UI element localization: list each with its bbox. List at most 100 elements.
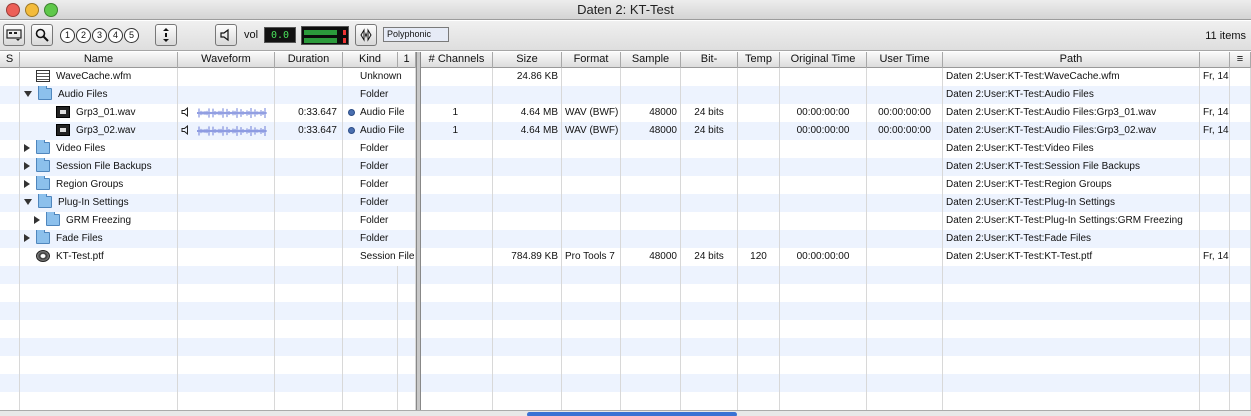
table-row[interactable]: Audio Files Folder: [0, 86, 416, 104]
empty-cell: [275, 356, 343, 374]
select-cell[interactable]: [0, 212, 20, 230]
column-header-original-time[interactable]: Original Time: [780, 52, 867, 68]
table-row[interactable]: Daten 2:User:KT-Test:Audio Files: [421, 86, 1251, 104]
column-header-size[interactable]: Size: [493, 52, 562, 68]
view-preset-5-button[interactable]: 5: [124, 28, 139, 43]
table-row[interactable]: 784.89 KB Pro Tools 7 48000 24 bits 120 00:00…: [421, 248, 1251, 266]
column-header-kind[interactable]: Kind: [343, 52, 398, 68]
disclosure-closed-icon[interactable]: [24, 180, 30, 189]
empty-cell: [493, 356, 562, 374]
table-row[interactable]: KT-Test.ptf Session File: [0, 248, 416, 266]
disclosure-closed-icon[interactable]: [24, 162, 30, 171]
table-row[interactable]: Daten 2:User:KT-Test:Plug-In Settings: [421, 194, 1251, 212]
table-row[interactable]: Grp3_02.wav 0:33.647 Audio File: [0, 122, 416, 140]
empty-cell: [0, 320, 20, 338]
orig-time-cell: 00:00:00:00: [780, 122, 867, 140]
select-cell[interactable]: [0, 230, 20, 248]
select-cell[interactable]: [0, 68, 20, 86]
view-preset-3-button[interactable]: 3: [92, 28, 107, 43]
orig-time-cell: [780, 176, 867, 194]
empty-cell: [621, 284, 681, 302]
meter-right-peak: [343, 38, 346, 43]
format-cell: [562, 86, 621, 104]
column-header-sample[interactable]: Sample: [621, 52, 681, 68]
table-row[interactable]: Plug-In Settings Folder: [0, 194, 416, 212]
select-cell[interactable]: [0, 104, 20, 122]
table-row[interactable]: Fade Files Folder: [0, 230, 416, 248]
column-header-s[interactable]: S: [0, 52, 20, 68]
select-cell[interactable]: [0, 194, 20, 212]
column-header-menu[interactable]: ≡: [1230, 52, 1251, 68]
table-row[interactable]: Session File Backups Folder: [0, 158, 416, 176]
table-row[interactable]: 24.86 KB Daten 2:User:KT-Test:WaveCache.w…: [421, 68, 1251, 86]
empty-cell: [621, 374, 681, 392]
search-button[interactable]: [31, 24, 53, 46]
table-row[interactable]: Video Files Folder: [0, 140, 416, 158]
empty-cell: [867, 320, 943, 338]
empty-row: [421, 374, 1251, 392]
column-header-format[interactable]: Format: [562, 52, 621, 68]
empty-cell: [1200, 356, 1230, 374]
column-header-date[interactable]: [1200, 52, 1230, 68]
toolbar: 1 2 3 4 5 vol 0.0 Polyphonic 11 items: [0, 21, 1251, 51]
table-row[interactable]: Region Groups Folder: [0, 176, 416, 194]
audition-speaker-icon[interactable]: [181, 125, 191, 136]
more-options-icon: [163, 28, 169, 42]
empty-cell: [867, 374, 943, 392]
table-row[interactable]: Grp3_01.wav 0:33.647 Audio File: [0, 104, 416, 122]
duration-cell: [275, 248, 343, 266]
disclosure-open-icon[interactable]: [24, 91, 32, 98]
table-row[interactable]: Daten 2:User:KT-Test:Plug-In Settings:GR…: [421, 212, 1251, 230]
view-preset-4-button[interactable]: 4: [108, 28, 123, 43]
disclosure-open-icon[interactable]: [24, 199, 32, 206]
table-row[interactable]: Daten 2:User:KT-Test:Region Groups: [421, 176, 1251, 194]
document-icon: [36, 70, 50, 83]
temp-cell: 120: [738, 248, 780, 266]
view-options-button[interactable]: [155, 24, 177, 46]
select-cell[interactable]: [0, 122, 20, 140]
size-cell: 24.86 KB: [493, 68, 562, 86]
select-cell[interactable]: [0, 176, 20, 194]
horizontal-scrollbar[interactable]: [0, 410, 1251, 416]
select-cell[interactable]: [0, 86, 20, 104]
view-preset-2-button[interactable]: 2: [76, 28, 91, 43]
column-header-duration[interactable]: Duration: [275, 52, 343, 68]
kind-cell: Folder: [343, 212, 416, 230]
column-header-bit-depth[interactable]: Bit-: [681, 52, 738, 68]
column-header-tempo[interactable]: Temp: [738, 52, 780, 68]
column-header-channels[interactable]: # Channels: [421, 52, 493, 68]
table-row[interactable]: Daten 2:User:KT-Test:Fade Files: [421, 230, 1251, 248]
browser-menu-button[interactable]: [3, 24, 25, 46]
table-row[interactable]: WaveCache.wfm Unknown: [0, 68, 416, 86]
view-preset-1-button[interactable]: 1: [60, 28, 75, 43]
horizontal-scroll-thumb[interactable]: [527, 412, 737, 416]
volume-value-field[interactable]: 0.0: [264, 27, 296, 43]
empty-cell: [275, 266, 343, 284]
disclosure-closed-icon[interactable]: [24, 234, 30, 243]
table-row[interactable]: 1 4.64 MB WAV (BWF) 48000 24 bits 00:00:00:00…: [421, 122, 1251, 140]
table-row[interactable]: Daten 2:User:KT-Test:Session File Backup…: [421, 158, 1251, 176]
voice-mode-selector[interactable]: Polyphonic: [383, 27, 449, 42]
column-header-name[interactable]: Name: [20, 52, 178, 68]
select-cell[interactable]: [0, 140, 20, 158]
temp-cell: [738, 176, 780, 194]
table-row[interactable]: 1 4.64 MB WAV (BWF) 48000 24 bits 00:00:00:00…: [421, 104, 1251, 122]
select-cell[interactable]: [0, 248, 20, 266]
empty-cell: [493, 338, 562, 356]
column-header-user-time[interactable]: User Time: [867, 52, 943, 68]
user-time-cell: [867, 68, 943, 86]
column-header-sort-order[interactable]: 1: [398, 52, 416, 68]
table-row[interactable]: GRM Freezing Folder: [0, 212, 416, 230]
select-cell[interactable]: [0, 158, 20, 176]
audition-speaker-button[interactable]: [215, 24, 237, 46]
browser-menu-icon: [6, 29, 22, 41]
audition-speaker-icon[interactable]: [181, 107, 191, 118]
empty-cell: [20, 284, 178, 302]
table-row[interactable]: Daten 2:User:KT-Test:Video Files: [421, 140, 1251, 158]
empty-cell: [0, 356, 20, 374]
disclosure-closed-icon[interactable]: [34, 216, 40, 225]
disclosure-closed-icon[interactable]: [24, 144, 30, 153]
loop-playback-button[interactable]: [355, 24, 377, 46]
column-header-path[interactable]: Path: [943, 52, 1200, 68]
column-header-waveform[interactable]: Waveform: [178, 52, 275, 68]
